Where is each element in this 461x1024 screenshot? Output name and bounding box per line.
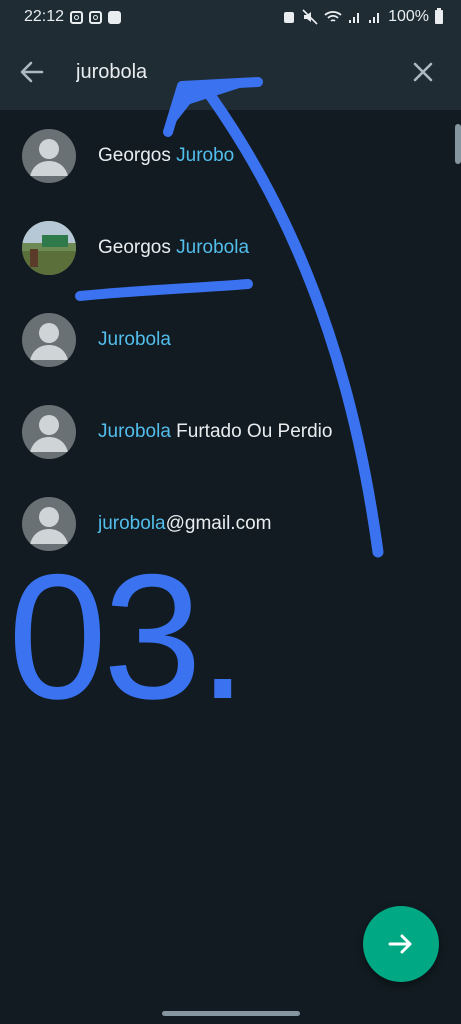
check-notification-icon — [108, 10, 122, 24]
wifi-icon — [324, 11, 342, 22]
battery-icon — [435, 8, 443, 24]
arrow-left-icon[interactable] — [18, 58, 46, 86]
default-avatar — [22, 129, 76, 183]
name-match: Jurobola — [176, 237, 250, 258]
battery-percent: 100% — [388, 8, 429, 25]
status-right: 100% — [282, 8, 443, 26]
close-icon[interactable] — [411, 60, 435, 84]
instagram-icon — [89, 10, 103, 24]
default-avatar — [22, 405, 76, 459]
name-match: Jurobola — [98, 421, 171, 442]
gesture-nav-bar[interactable] — [162, 1011, 300, 1016]
name-match: Jurobola — [98, 329, 171, 350]
contact-name: jurobola@gmail.com — [98, 513, 271, 535]
search-input[interactable] — [76, 56, 376, 88]
contact-name: Georgos Jurobo — [98, 145, 234, 167]
step-number-annotation: 03. — [8, 537, 247, 736]
name-suffix: Furtado Ou Perdio — [170, 421, 333, 442]
status-left: 22:12 — [24, 8, 122, 26]
next-button[interactable] — [363, 906, 439, 982]
name-match: jurobola — [98, 513, 166, 534]
contact-row[interactable]: Jurobola Furtado Ou Perdio — [0, 386, 461, 478]
contact-name: Jurobola — [98, 329, 171, 351]
default-avatar — [22, 313, 76, 367]
contact-row[interactable]: Georgos Jurobola — [0, 202, 461, 294]
name-prefix: Georgos — [98, 145, 177, 166]
search-bar — [0, 34, 461, 110]
status-bar: 22:12 100% — [0, 0, 461, 34]
alarm-icon — [284, 12, 295, 23]
signal-icon-2 — [369, 13, 380, 23]
contact-row[interactable]: Georgos Jurobo — [0, 110, 461, 202]
contact-name: Jurobola Furtado Ou Perdio — [98, 421, 332, 443]
mute-icon — [302, 9, 318, 25]
name-match: Jurobo — [176, 145, 235, 166]
signal-icon — [349, 13, 360, 23]
name-prefix: Georgos — [98, 237, 177, 258]
clock: 22:12 — [24, 8, 65, 25]
contact-row[interactable]: Jurobola — [0, 294, 461, 386]
name-suffix: @gmail.com — [165, 513, 272, 534]
contact-name: Georgos Jurobola — [98, 237, 249, 259]
arrow-right-icon — [388, 934, 412, 954]
instagram-icon — [70, 10, 84, 24]
photo-avatar — [22, 221, 76, 275]
